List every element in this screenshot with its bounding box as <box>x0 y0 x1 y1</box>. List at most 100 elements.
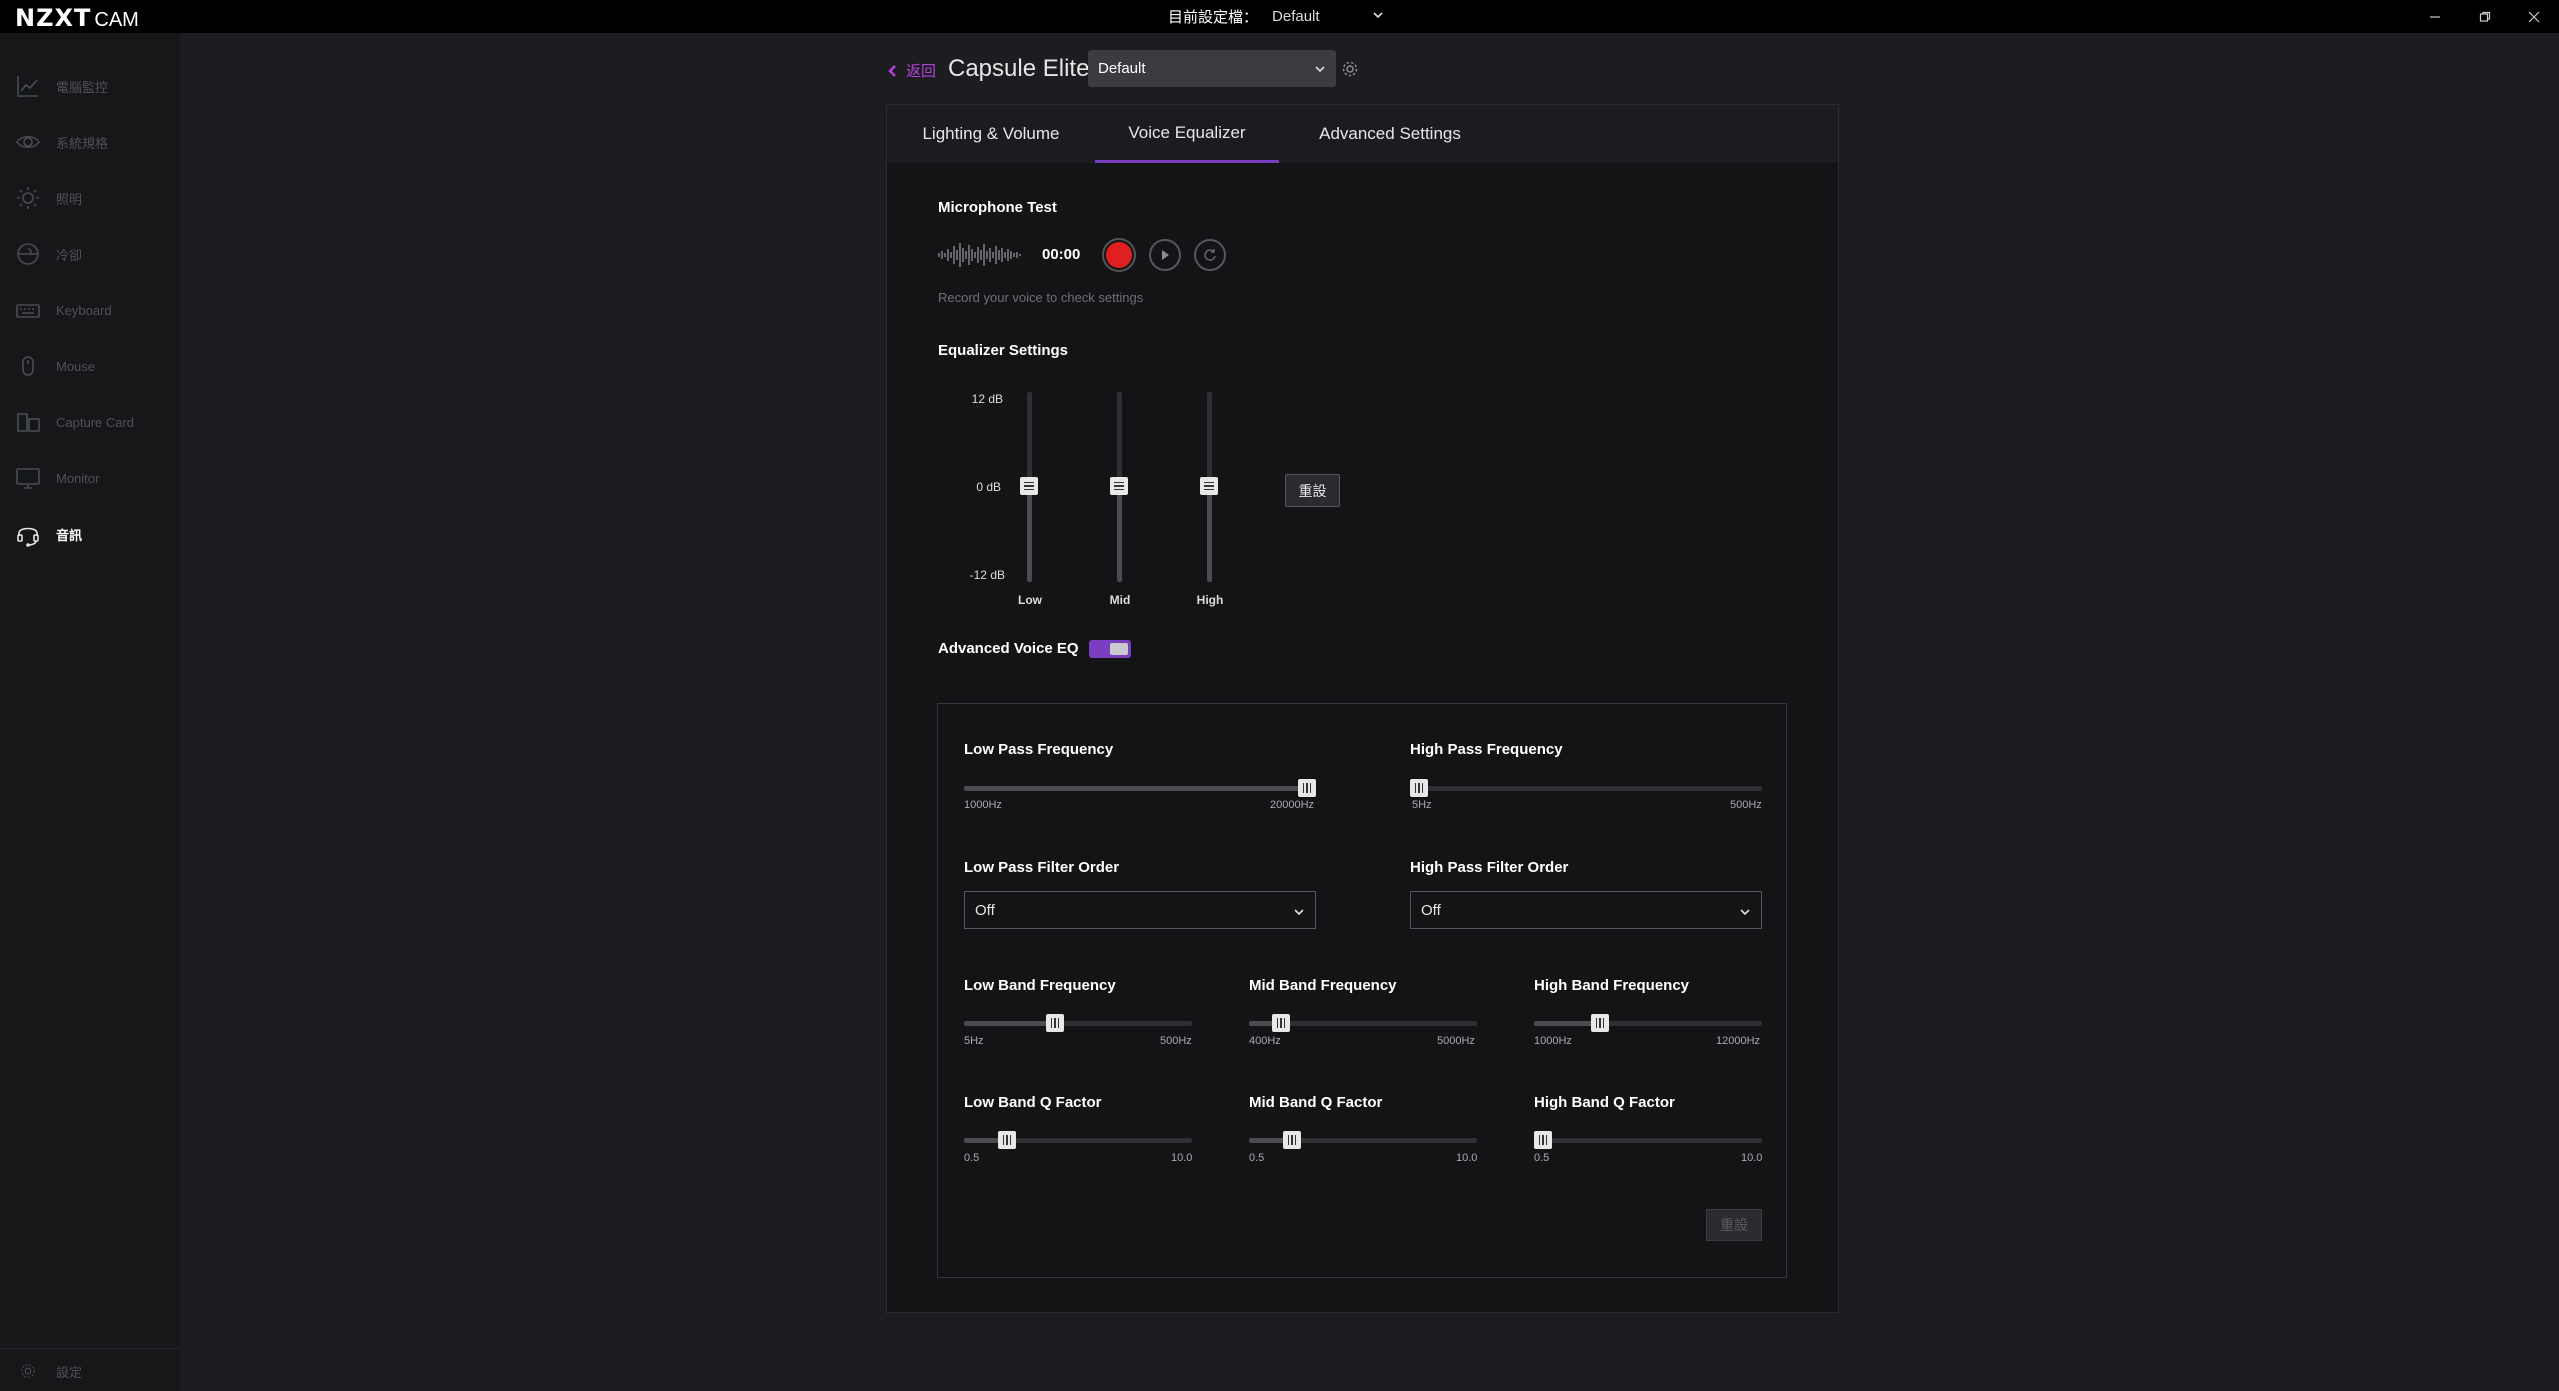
slider-max-label: 5000Hz <box>1437 1035 1475 1047</box>
toggle-knob <box>1110 643 1128 655</box>
chevron-down-icon <box>1372 8 1384 25</box>
low-band-frequency-label: Low Band Frequency <box>964 977 1116 994</box>
eq-slider-high-handle[interactable] <box>1200 477 1218 495</box>
eq-slider-mid-handle[interactable] <box>1110 477 1128 495</box>
low-band-q-factor-slider[interactable] <box>964 1131 1192 1149</box>
slider-handle[interactable] <box>998 1131 1016 1149</box>
slider-handle[interactable] <box>1410 779 1428 797</box>
eq-scale-max: 12 dB <box>971 392 1003 406</box>
slider-handle[interactable] <box>1591 1014 1609 1032</box>
sidebar-footer: 設定 <box>0 1348 180 1391</box>
tab-lighting-volume[interactable]: Lighting & Volume <box>909 105 1073 163</box>
sidebar-item-audio[interactable]: 音訊 <box>0 514 180 554</box>
record-button[interactable] <box>1102 238 1136 272</box>
sidebar-item-mouse[interactable]: Mouse <box>0 346 180 386</box>
eq-scale-zero: 0 dB <box>976 480 1001 494</box>
low-pass-filter-order-select[interactable]: Off <box>964 891 1316 929</box>
global-profile-select[interactable]: 目前設定檔： Default <box>1168 6 1384 27</box>
high-pass-filter-order-select[interactable]: Off <box>1410 891 1762 929</box>
select-value: Off <box>1421 901 1441 919</box>
eq-scale-min: -12 dB <box>969 568 1005 582</box>
sidebar-item-capture-card[interactable]: Capture Card <box>0 402 180 442</box>
high-band-frequency-slider[interactable] <box>1534 1014 1762 1032</box>
sidebar: 電腦監控 系統規格 照明 冷卻 Keyboard Mouse Capture C… <box>0 33 180 1391</box>
sidebar-item-lighting[interactable]: 照明 <box>0 178 180 218</box>
play-button[interactable] <box>1149 239 1181 271</box>
sidebar-item-settings[interactable]: 設定 <box>0 1351 180 1391</box>
restore-button[interactable] <box>2460 0 2510 33</box>
advanced-reset-button[interactable]: 重設 <box>1706 1209 1762 1241</box>
close-icon <box>2528 11 2540 22</box>
slider-handle[interactable] <box>1534 1131 1552 1149</box>
mid-band-q-factor-label: Mid Band Q Factor <box>1249 1094 1383 1111</box>
chevron-down-icon <box>1739 905 1751 922</box>
sidebar-item-monitor[interactable]: Monitor <box>0 458 180 498</box>
close-button[interactable] <box>2509 0 2559 33</box>
replay-button[interactable] <box>1194 239 1226 271</box>
sidebar-item-pc-monitoring[interactable]: 電腦監控 <box>0 66 180 106</box>
mid-band-q-factor-slider[interactable] <box>1249 1131 1477 1149</box>
advanced-voice-eq-toggle[interactable] <box>1089 640 1131 658</box>
slider-min-label: 0.5 <box>1534 1152 1550 1164</box>
chevron-left-icon <box>888 64 896 77</box>
minimize-icon <box>2430 15 2440 18</box>
sidebar-item-label: Mouse <box>56 358 96 374</box>
sidebar-item-cooling[interactable]: 冷卻 <box>0 234 180 274</box>
monitor-icon <box>14 464 42 492</box>
slider-handle[interactable] <box>1283 1131 1301 1149</box>
gear-icon[interactable] <box>1341 60 1359 78</box>
low-band-q-factor-label: Low Band Q Factor <box>964 1094 1102 1111</box>
sidebar-item-label: 照明 <box>56 191 83 207</box>
restore-icon <box>2479 11 2491 22</box>
slider-min-label: 1000Hz <box>1534 1035 1572 1047</box>
brand-name: NZXT <box>15 4 92 32</box>
sun-icon <box>14 184 42 212</box>
device-profile-select[interactable]: Default <box>1088 50 1336 87</box>
high-band-q-factor-slider[interactable] <box>1534 1131 1762 1149</box>
gear-icon <box>14 1357 42 1385</box>
slider-handle[interactable] <box>1046 1014 1064 1032</box>
play-icon <box>1162 250 1169 260</box>
minimize-button[interactable] <box>2410 0 2460 33</box>
low-pass-frequency-slider[interactable] <box>964 779 1316 797</box>
device-title: Capsule Elite <box>948 55 1090 82</box>
slider-max-label: 10.0 <box>1171 1152 1193 1164</box>
chart-line-icon <box>14 72 42 100</box>
sidebar-item-label: Keyboard <box>56 302 112 318</box>
mid-band-frequency-slider[interactable] <box>1249 1014 1477 1032</box>
tab-bar: Lighting & Volume Voice Equalizer Advanc… <box>887 105 1838 163</box>
sidebar-item-label: Capture Card <box>56 414 135 430</box>
capture-card-icon <box>14 408 42 436</box>
record-icon <box>1106 242 1132 268</box>
slider-max-label: 500Hz <box>1160 1035 1192 1047</box>
tab-voice-equalizer[interactable]: Voice Equalizer <box>1095 105 1279 163</box>
sidebar-item-keyboard[interactable]: Keyboard <box>0 290 180 330</box>
eq-slider-low-handle[interactable] <box>1020 477 1038 495</box>
back-link[interactable]: 返回 <box>886 60 936 81</box>
sidebar-item-label: 電腦監控 <box>56 79 109 95</box>
slider-handle[interactable] <box>1298 779 1316 797</box>
low-band-frequency-slider[interactable] <box>964 1014 1192 1032</box>
keyboard-icon <box>14 296 42 324</box>
sidebar-item-label: 設定 <box>56 1364 83 1380</box>
high-pass-frequency-slider[interactable] <box>1410 779 1762 797</box>
headset-icon <box>14 520 42 548</box>
sidebar-item-system-specs[interactable]: 系統規格 <box>0 122 180 162</box>
slider-min-label: 5Hz <box>964 1035 984 1047</box>
slider-handle[interactable] <box>1272 1014 1290 1032</box>
slider-min-label: 400Hz <box>1249 1035 1281 1047</box>
eye-icon <box>14 128 42 156</box>
slider-max-label: 12000Hz <box>1716 1035 1761 1047</box>
refresh-icon <box>1204 249 1216 261</box>
slider-max-label: 500Hz <box>1730 799 1762 811</box>
eq-reset-button[interactable]: 重設 <box>1285 474 1340 507</box>
slider-min-label: 5Hz <box>1412 799 1432 811</box>
eq-band-mid-label: Mid <box>1109 593 1131 607</box>
device-profile-value: Default <box>1098 60 1146 77</box>
title-bar: NZXT CAM 目前設定檔： Default <box>0 0 2559 33</box>
profile-label: 目前設定檔： <box>1168 9 1259 26</box>
high-pass-filter-order-label: High Pass Filter Order <box>1410 859 1569 876</box>
app-logo: NZXT CAM <box>15 4 139 32</box>
tab-advanced-settings[interactable]: Advanced Settings <box>1301 105 1479 163</box>
eq-settings-title: Equalizer Settings <box>938 342 1069 359</box>
